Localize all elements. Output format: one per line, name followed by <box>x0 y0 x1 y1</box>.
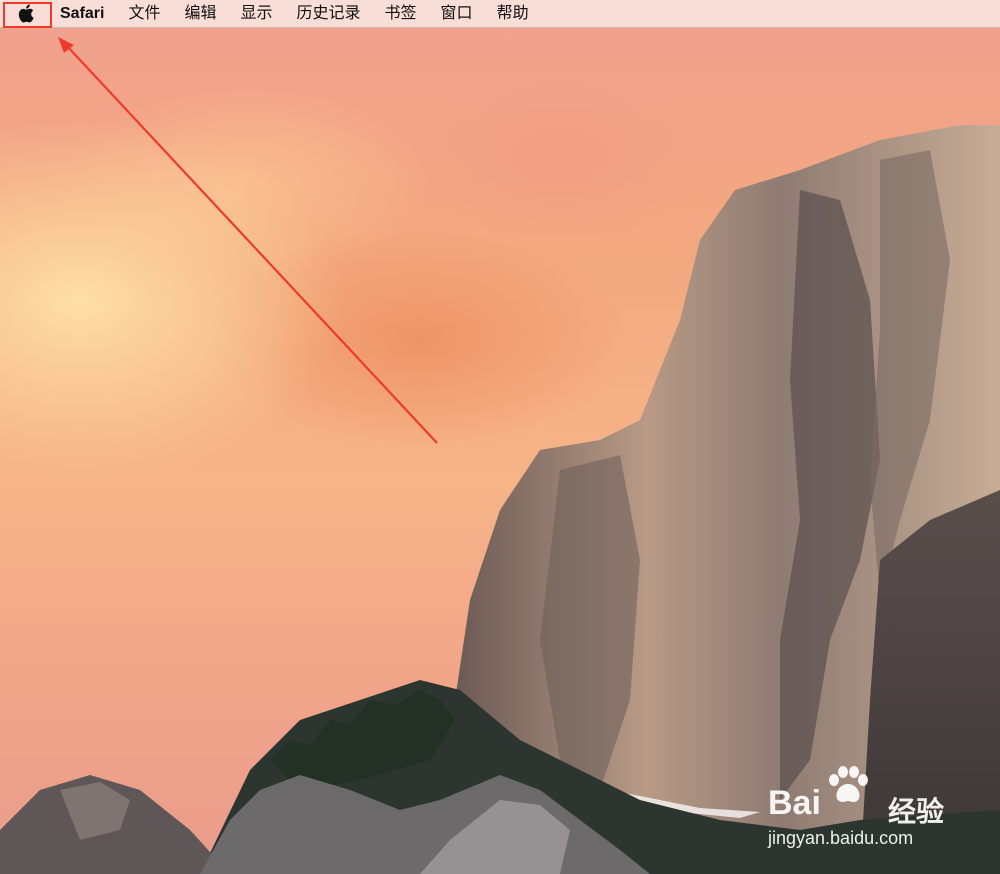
annotation-arrow <box>58 37 438 444</box>
watermark-url: jingyan.baidu.com <box>768 828 914 848</box>
watermark-brand-cn: 经验 <box>888 796 945 827</box>
baidu-watermark: Bai 经验 jingyan.baidu.com <box>768 766 998 856</box>
paw-icon <box>829 766 868 803</box>
watermark-brand: Bai <box>768 784 821 822</box>
